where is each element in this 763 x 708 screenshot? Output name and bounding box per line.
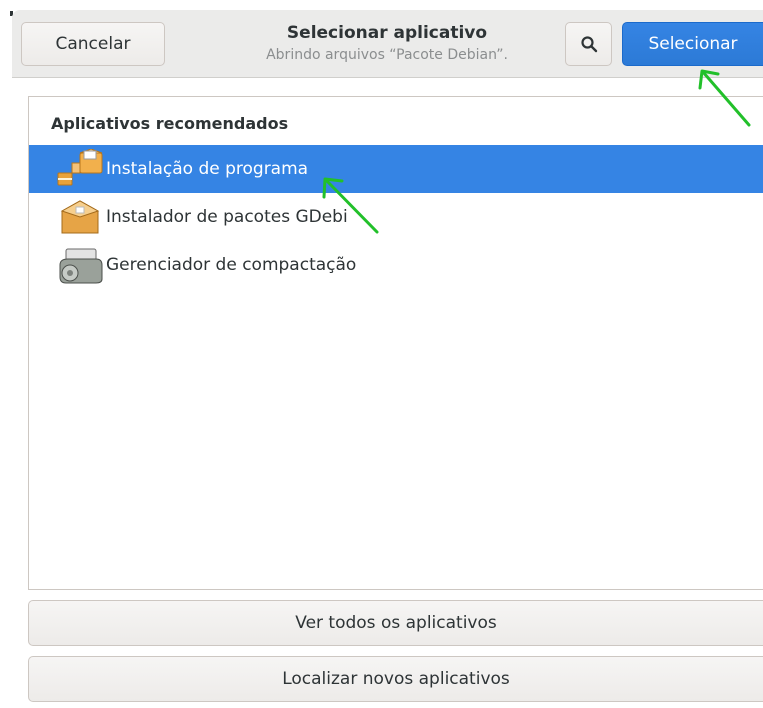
header-bar: Cancelar Selecionar aplicativo Abrindo a… [12, 10, 763, 78]
package-box-icon [56, 197, 104, 237]
title-area: Selecionar aplicativo Abrindo arquivos “… [222, 22, 552, 64]
select-button[interactable]: Selecionar [622, 22, 763, 66]
cancel-button[interactable]: Cancelar [21, 22, 165, 66]
app-list: Aplicativos recomendados Instalação de p… [28, 96, 763, 590]
list-heading: Aplicativos recomendados [51, 114, 289, 133]
search-button[interactable] [565, 22, 612, 66]
search-icon [580, 36, 597, 53]
view-all-apps-button[interactable]: Ver todos os aplicativos [28, 600, 763, 646]
software-install-icon [56, 148, 104, 189]
list-item-label: Instalador de pacotes GDebi [106, 207, 348, 227]
list-item-software-install[interactable]: Instalação de programa [29, 145, 763, 193]
list-item-label: Instalação de programa [106, 159, 309, 179]
archive-manager-icon [56, 245, 104, 285]
find-new-apps-button[interactable]: Localizar novos aplicativos [28, 656, 763, 702]
list-item-archive-manager[interactable]: Gerenciador de compactação [29, 241, 763, 289]
list-item-label: Gerenciador de compactação [106, 255, 357, 275]
list-item-gdebi[interactable]: Instalador de pacotes GDebi [29, 193, 763, 241]
dialog-title: Selecionar aplicativo [286, 23, 488, 43]
dialog-subtitle: Abrindo arquivos “Pacote Debian”. [266, 47, 508, 63]
